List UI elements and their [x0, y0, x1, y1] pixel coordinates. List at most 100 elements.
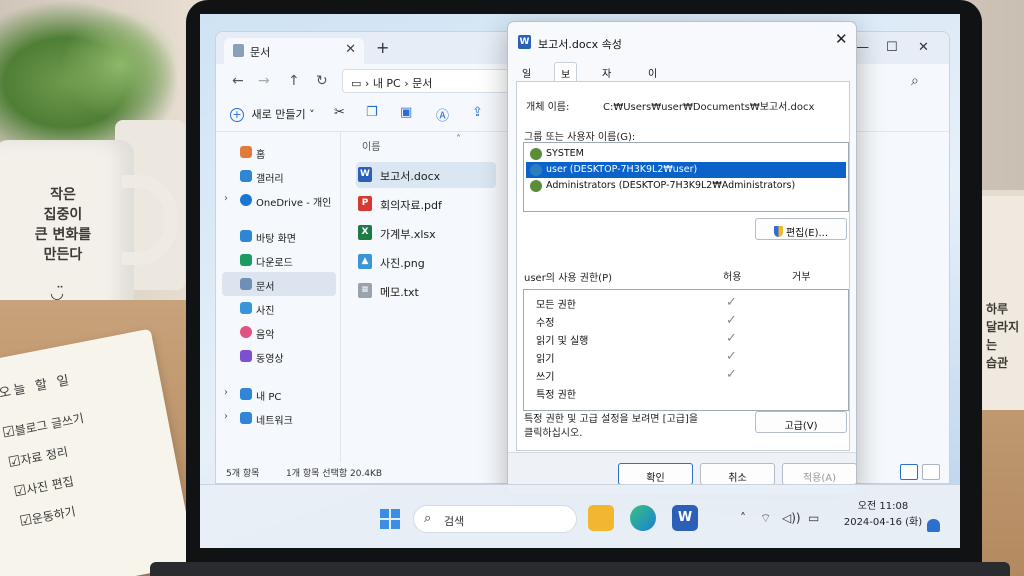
sidebar-item-label: 문서: [256, 282, 275, 293]
volume-icon[interactable]: ◁)): [782, 511, 801, 525]
close-icon[interactable]: ✕: [835, 30, 848, 48]
close-tab-icon[interactable]: ✕: [345, 42, 356, 57]
search-icon[interactable]: ⌕: [911, 73, 919, 89]
user-group-icon: [530, 148, 542, 160]
computer-icon: ▭: [351, 77, 362, 90]
sidebar-item-desktop[interactable]: 바탕 화면: [222, 224, 336, 248]
cancel-button[interactable]: 취소: [700, 463, 775, 485]
tab-label: 문서: [250, 46, 271, 59]
apply-button[interactable]: 적용(A): [782, 463, 857, 485]
sidebar-item-videos[interactable]: 동영상: [222, 344, 336, 368]
permission-row: 쓰기 ✓: [536, 367, 836, 386]
list-item[interactable]: SYSTEM: [526, 146, 846, 162]
paste-icon[interactable]: ▣: [400, 105, 412, 120]
tab-general[interactable]: 일반: [516, 62, 537, 95]
permission-row: 모든 권한 ✓: [536, 295, 836, 314]
sidebar-item-onedrive[interactable]: › OneDrive - 개인: [222, 188, 336, 212]
file-name: 회의자료.pdf: [380, 199, 442, 212]
tab-security[interactable]: 보안: [554, 62, 578, 96]
list-item[interactable]: user (DESKTOP-7H3K9L2₩user): [526, 162, 846, 178]
check-icon: ✓: [726, 331, 737, 346]
pane-divider[interactable]: [340, 132, 341, 462]
file-item[interactable]: ≡ 메모.txt: [356, 278, 496, 304]
breadcrumb-item[interactable]: 문서: [412, 77, 432, 90]
cloud-icon: [240, 194, 252, 206]
file-item[interactable]: P 회의자료.pdf: [356, 191, 496, 217]
chevron-right-icon[interactable]: ›: [224, 387, 228, 398]
notepad-item: 운동하기: [18, 502, 77, 530]
notification-bell-icon[interactable]: [927, 519, 940, 532]
check-icon: ✓: [726, 313, 737, 328]
book-cover-text: 하루 달라지는 습관: [986, 302, 1020, 370]
start-menu-icon[interactable]: [380, 509, 400, 529]
new-button[interactable]: + 새로 만들기 ˅: [230, 106, 315, 122]
permission-label: user의 사용 권한(P): [524, 273, 613, 284]
new-tab-icon[interactable]: +: [376, 38, 389, 57]
share-icon[interactable]: ⇪: [472, 105, 483, 120]
advanced-button[interactable]: 고급(V): [755, 411, 847, 433]
taskbar-search-box[interactable]: ⌕ 검색: [413, 505, 577, 533]
search-icon: ⌕: [424, 511, 432, 526]
tab-previous-versions[interactable]: 이전 버전: [642, 62, 663, 125]
object-name-value: C:₩Users₩user₩Documents₩보고서.docx: [603, 102, 815, 113]
advanced-note: 특정 권한 및 고급 설정을 보려면 [고급]을: [524, 414, 699, 425]
sidebar-item-label: 내 PC: [256, 392, 282, 403]
details-view-icon[interactable]: [900, 464, 918, 480]
user-name: Administrators (DESKTOP-7H3K9L2₩Administ…: [546, 180, 796, 191]
close-window-icon[interactable]: ✕: [918, 40, 929, 55]
sidebar-item-home[interactable]: 홈: [222, 140, 336, 164]
desktop-icon: [240, 230, 252, 242]
dialog-title: 보고서.docx 속성: [538, 38, 622, 51]
sidebar-item-music[interactable]: 음악: [222, 320, 336, 344]
chevron-up-icon[interactable]: ˄: [740, 511, 746, 525]
file-item[interactable]: ▲ 사진.png: [356, 249, 496, 275]
shield-icon: [773, 226, 783, 237]
column-header-name[interactable]: 이름: [362, 138, 380, 153]
forward-arrow-icon[interactable]: →: [258, 73, 270, 89]
explorer-tab-documents[interactable]: 문서 ✕: [224, 38, 364, 64]
wifi-icon[interactable]: ⌔: [760, 511, 771, 526]
edit-button[interactable]: 편집(E)...: [755, 218, 847, 240]
back-arrow-icon[interactable]: ←: [232, 73, 244, 89]
file-item[interactable]: W 보고서.docx: [356, 162, 496, 188]
check-icon: ✓: [726, 349, 737, 364]
sidebar-item-gallery[interactable]: 갤러리: [222, 164, 336, 188]
search-placeholder: 검색: [444, 515, 465, 528]
sidebar-item-documents[interactable]: 문서: [222, 272, 336, 296]
edge-browser-icon[interactable]: [630, 505, 656, 531]
chevron-right-icon[interactable]: ›: [224, 193, 228, 204]
battery-icon[interactable]: ▭: [808, 511, 819, 525]
file-item[interactable]: X 가계부.xlsx: [356, 220, 496, 246]
permission-row: 읽기 ✓: [536, 349, 836, 368]
cut-icon[interactable]: ✂: [334, 105, 345, 120]
list-item[interactable]: Administrators (DESKTOP-7H3K9L2₩Administ…: [526, 178, 846, 194]
sidebar-item-pictures[interactable]: 사진: [222, 296, 336, 320]
home-icon: [240, 146, 252, 158]
sidebar-item-this-pc[interactable]: › 내 PC: [222, 382, 336, 406]
tiles-view-icon[interactable]: [922, 464, 940, 480]
file-name: 사진.png: [380, 257, 425, 270]
permission-name: 읽기: [536, 354, 555, 365]
notepad-item: 블로그 글쓰기: [1, 409, 85, 441]
sidebar-item-label: 사진: [256, 306, 275, 317]
user-list[interactable]: SYSTEM user (DESKTOP-7H3K9L2₩user) Admin…: [523, 142, 849, 212]
word-app-icon[interactable]: W: [672, 505, 698, 531]
chevron-right-icon[interactable]: ›: [224, 411, 228, 422]
maximize-icon[interactable]: ☐: [886, 40, 898, 55]
properties-dialog: W 보고서.docx 속성 ✕ 일반 보안 자세히 이전 버전 개체 이름: C…: [507, 21, 857, 494]
up-arrow-icon[interactable]: ↑: [288, 73, 300, 89]
ok-button[interactable]: 확인: [618, 463, 693, 485]
permission-row: 수정 ✓: [536, 313, 836, 332]
tab-details[interactable]: 자세히: [596, 62, 617, 110]
sidebar-item-downloads[interactable]: 다운로드: [222, 248, 336, 272]
rename-icon[interactable]: Ⓐ: [436, 105, 449, 124]
breadcrumb-item[interactable]: 내 PC: [373, 77, 401, 90]
sidebar-item-network[interactable]: › 네트워크: [222, 406, 336, 430]
permission-name: 수정: [536, 318, 555, 329]
file-explorer-icon[interactable]: [588, 505, 614, 531]
refresh-icon[interactable]: ↻: [316, 73, 328, 89]
copy-icon[interactable]: ❐: [366, 105, 378, 120]
word-icon: W: [358, 167, 372, 182]
taskbar-clock[interactable]: 오전 11:08 2024-04-16 (화): [838, 499, 928, 531]
minimize-icon[interactable]: —: [856, 40, 869, 55]
